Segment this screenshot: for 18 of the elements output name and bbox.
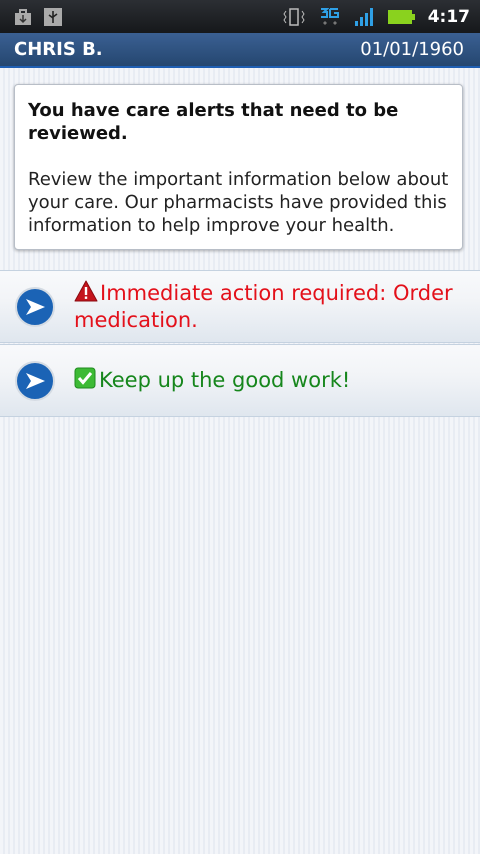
signal-icon xyxy=(354,6,376,26)
warning-icon xyxy=(74,280,98,302)
arrow-button-icon xyxy=(14,360,56,402)
alert-message: Keep up the good work! xyxy=(74,367,350,394)
alert-message: Immediate action required: Order medication. xyxy=(74,280,454,334)
patient-name: CHRIS B. xyxy=(14,39,103,60)
alert-row[interactable]: Keep up the good work! xyxy=(0,344,480,417)
vibrate-icon xyxy=(282,6,306,26)
checkmark-icon xyxy=(74,367,96,389)
download-icon xyxy=(14,8,32,26)
notice-body: Review the important information below about your care. Our pharmacists have provided this information to help improve your health. xyxy=(28,168,450,237)
clock-time: 4:17 xyxy=(428,6,470,26)
notice-title: You have care alerts that need to be reviewed. xyxy=(28,99,400,145)
birth-date: 01/01/1960 xyxy=(360,39,464,60)
alert-row[interactable]: Immediate action required: Order medication. xyxy=(0,270,480,343)
arrow-button-icon xyxy=(14,286,56,328)
battery-icon xyxy=(388,8,416,24)
usb-icon xyxy=(44,8,62,26)
